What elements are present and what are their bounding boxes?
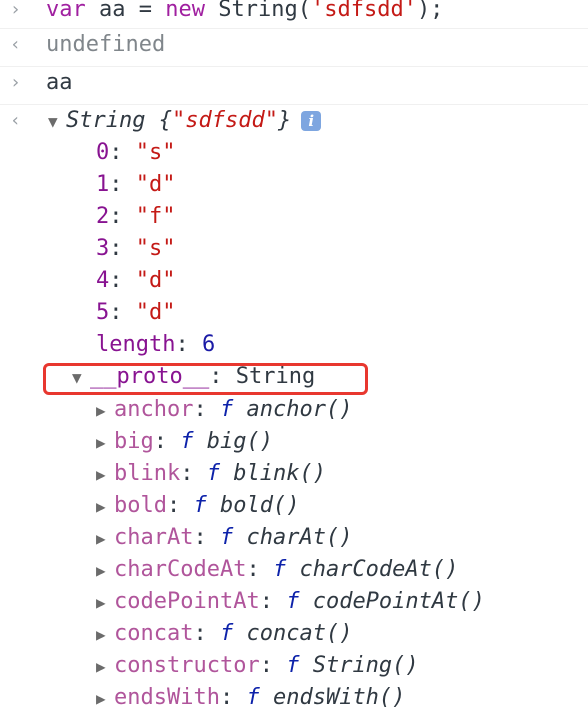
method-property[interactable]: ▶ bold: f bold() (96, 490, 299, 523)
property-row: 3: "s" (0, 233, 588, 265)
method-property[interactable]: ▶ blink: f blink() (96, 458, 326, 491)
collapse-triangle-icon[interactable]: ▶ (96, 427, 114, 459)
console-input-row: › aa (0, 66, 588, 99)
method-row[interactable]: ▶ codePointAt: f codePointAt() (0, 586, 588, 618)
property-row: 1: "d" (0, 169, 588, 201)
console-output-row: ‹ undefined (0, 28, 588, 61)
method-row[interactable]: ▶ concat: f concat() (0, 618, 588, 650)
console-result-row: ‹ ▼ String {"sdfsdd"} i (0, 104, 588, 137)
annotation-highlight-box (43, 363, 368, 395)
method-property[interactable]: ▶ charCodeAt: f charCodeAt() (96, 554, 458, 587)
method-property[interactable]: ▶ concat: f concat() (96, 618, 352, 651)
property-row: 5: "d" (0, 297, 588, 329)
index-property: 2: "f" (96, 204, 176, 229)
method-row[interactable]: ▶ big: f big() (0, 426, 588, 458)
collapse-triangle-icon[interactable]: ▶ (96, 651, 114, 683)
undefined-output: undefined (46, 32, 166, 57)
collapse-triangle-icon[interactable]: ▶ (96, 459, 114, 491)
length-property: length: 6 (96, 332, 216, 357)
property-row: 0: "s" (0, 137, 588, 169)
method-row[interactable]: ▶ charAt: f charAt() (0, 522, 588, 554)
method-property[interactable]: ▶ codePointAt: f codePointAt() (96, 586, 485, 619)
method-row[interactable]: ▶ anchor: f anchor() (0, 394, 588, 426)
console-input-code[interactable]: aa (46, 67, 73, 99)
collapse-triangle-icon[interactable]: ▶ (96, 619, 114, 651)
method-row[interactable]: ▶ blink: f blink() (0, 458, 588, 490)
collapse-triangle-icon[interactable]: ▶ (96, 555, 114, 587)
prompt-chevron-icon: › (10, 72, 21, 93)
collapse-triangle-icon[interactable]: ▶ (96, 395, 114, 427)
collapse-triangle-icon[interactable]: ▶ (96, 587, 114, 619)
method-row[interactable]: ▶ endsWith: f endsWith() (0, 682, 588, 714)
string-object-summary[interactable]: ▼ String {"sdfsdd"} i (48, 105, 322, 138)
expand-triangle-icon[interactable]: ▼ (48, 106, 66, 138)
method-property[interactable]: ▶ constructor: f String() (96, 650, 419, 683)
method-property[interactable]: ▶ big: f big() (96, 426, 273, 459)
console-input-code[interactable]: var aa = new String('sdfsdd'); (46, 0, 443, 26)
method-property[interactable]: ▶ anchor: f anchor() (96, 394, 352, 427)
method-row[interactable]: ▶ constructor: f String() (0, 650, 588, 682)
collapse-triangle-icon[interactable]: ▶ (96, 491, 114, 523)
index-property: 5: "d" (96, 300, 176, 325)
property-row: length: 6 (0, 329, 588, 361)
result-chevron-icon: ‹ (10, 34, 21, 55)
index-property: 0: "s" (96, 140, 176, 165)
method-row[interactable]: ▶ bold: f bold() (0, 490, 588, 522)
method-row[interactable]: ▶ charCodeAt: f charCodeAt() (0, 554, 588, 586)
property-row: 4: "d" (0, 265, 588, 297)
info-icon[interactable]: i (301, 111, 322, 131)
index-property: 3: "s" (96, 236, 176, 261)
method-property[interactable]: ▶ charAt: f charAt() (96, 522, 352, 555)
collapse-triangle-icon[interactable]: ▶ (96, 683, 114, 715)
collapse-triangle-icon[interactable]: ▶ (96, 523, 114, 555)
result-chevron-icon: ‹ (10, 110, 21, 131)
console-input-row: › var aa = new String('sdfsdd'); (0, 0, 588, 26)
method-property[interactable]: ▶ endsWith: f endsWith() (96, 682, 405, 715)
index-property: 4: "d" (96, 268, 176, 293)
property-row: 2: "f" (0, 201, 588, 233)
prompt-chevron-icon: › (10, 0, 21, 20)
index-property: 1: "d" (96, 172, 176, 197)
